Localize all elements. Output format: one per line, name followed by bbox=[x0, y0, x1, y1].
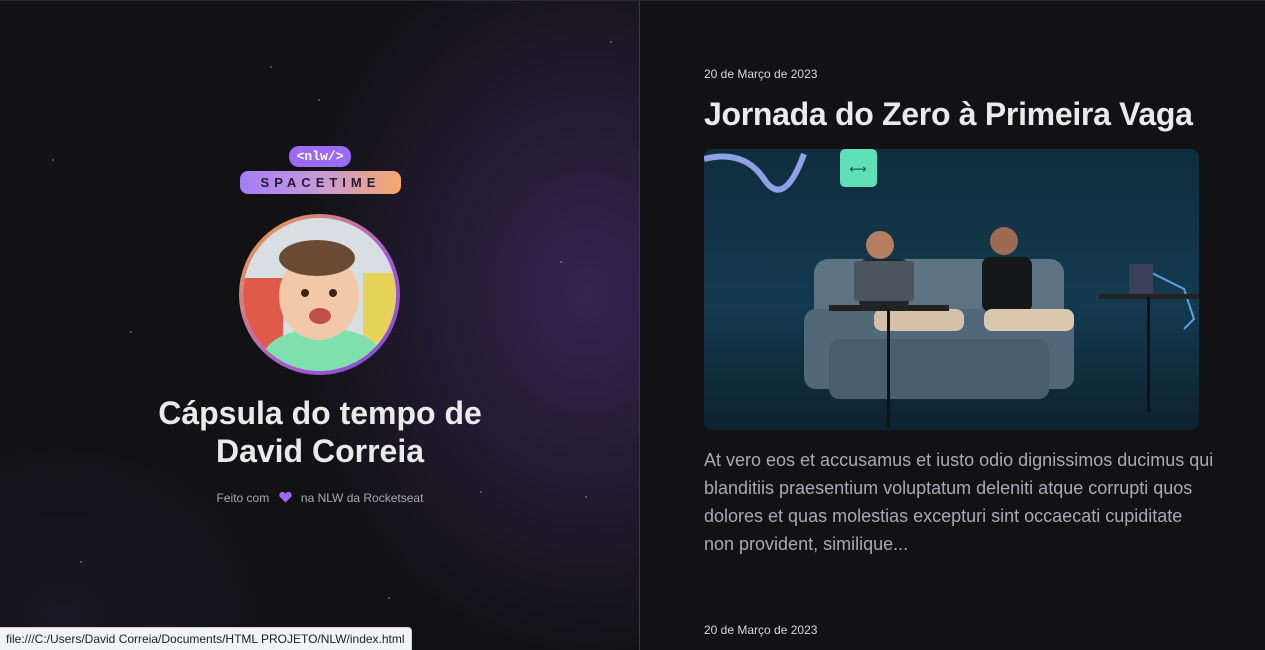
capsule-owner-name: David Correia bbox=[215, 433, 425, 469]
capsule-title-prefix: Cápsula do tempo de bbox=[158, 395, 482, 431]
memory-date: 20 de Março de 2023 bbox=[704, 623, 818, 637]
made-with-suffix: na NLW da Rocketseat bbox=[300, 491, 424, 505]
svg-text:⟷: ⟷ bbox=[849, 162, 866, 176]
memory-cover-image: ⟷ bbox=[704, 149, 1199, 430]
logo-spacetime-text: SPACETIME bbox=[240, 171, 401, 194]
app-page: <nlw/> SPACETIME Cápsula do tempo de Dav… bbox=[0, 0, 1265, 650]
made-with-footer: Feito com na NLW da Rocketseat bbox=[0, 491, 639, 506]
capsule-title: Cápsula do tempo de David Correia bbox=[0, 394, 639, 470]
stage-photo-illustration: ⟷ bbox=[704, 149, 1199, 427]
hero-panel: <nlw/> SPACETIME Cápsula do tempo de Dav… bbox=[0, 1, 640, 650]
avatar-photo bbox=[243, 218, 396, 371]
browser-status-url: file:///C:/Users/David Correia/Documents… bbox=[0, 627, 412, 650]
logo-top-badge: <nlw/> bbox=[289, 146, 351, 167]
memory-title: Jornada do Zero à Primeira Vaga bbox=[704, 96, 1193, 132]
memory-date: 20 de Março de 2023 bbox=[704, 67, 818, 81]
memory-excerpt: At vero eos et accusamus et iusto odio d… bbox=[704, 450, 1214, 554]
memories-feed[interactable]: 20 de Março de 2023 Jornada do Zero à Pr… bbox=[640, 1, 1265, 650]
heart-icon bbox=[278, 491, 292, 506]
baby-photo-illustration bbox=[243, 218, 396, 371]
nlw-spacetime-logo: <nlw/> SPACETIME bbox=[240, 146, 401, 194]
avatar bbox=[239, 214, 400, 375]
made-with-prefix: Feito com bbox=[216, 491, 270, 505]
